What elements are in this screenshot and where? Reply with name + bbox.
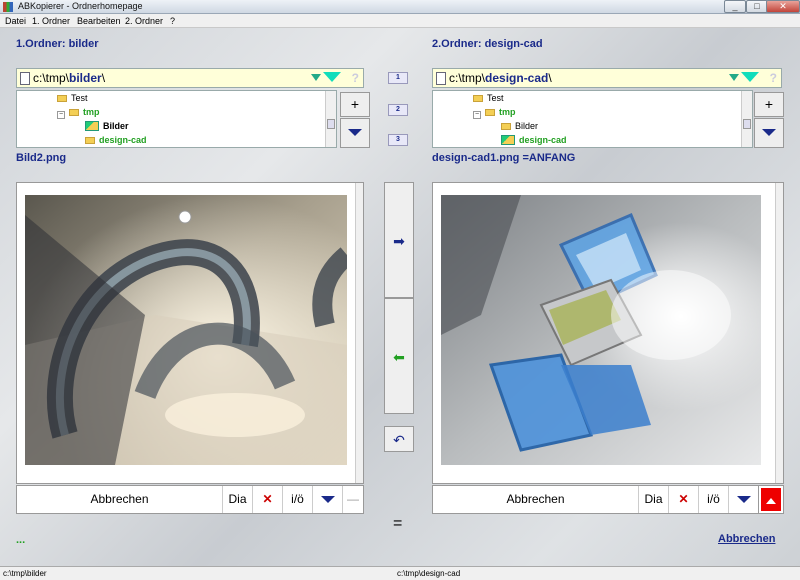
right-image-frame[interactable] xyxy=(432,182,784,484)
left-dia-button[interactable]: Dia xyxy=(222,486,252,513)
folder-icon xyxy=(69,109,79,116)
tree-item-design-cad[interactable]: design-cad xyxy=(85,135,147,147)
file-icon xyxy=(20,72,30,85)
right-preview-image xyxy=(441,195,761,465)
left-image-scrollbar[interactable] xyxy=(355,183,363,483)
right-image-scrollbar[interactable] xyxy=(775,183,783,483)
copy-option-1-icon[interactable]: 1 xyxy=(388,72,408,84)
up-arrow-icon xyxy=(766,498,776,504)
right-cancel-button[interactable]: Abbrechen xyxy=(433,486,638,513)
left-cancel-button[interactable]: Abbrechen xyxy=(17,486,222,513)
dropdown-small-icon[interactable] xyxy=(729,74,739,81)
down-arrow-icon xyxy=(320,496,335,503)
tree-item-design-cad[interactable]: design-cad xyxy=(501,135,567,147)
main-cancel-link[interactable]: Abbrechen xyxy=(718,533,775,545)
down-arrow-icon xyxy=(736,496,751,503)
open-folder-icon xyxy=(501,135,515,145)
status-left-path: c:\tmp\bilder xyxy=(3,569,47,578)
right-filename: design-cad1.png =ANFANG xyxy=(432,152,576,164)
menu-ordner-2[interactable]: 2. Ordner xyxy=(125,16,163,26)
left-filename: Bild2.png xyxy=(16,152,67,164)
folder-icon xyxy=(501,123,511,130)
copy-option-2-icon[interactable]: 2 xyxy=(388,104,408,116)
tree-item-tmp[interactable]: − tmp xyxy=(473,107,516,121)
tree-item-bilder[interactable]: Bilder xyxy=(501,121,538,135)
expand-icon[interactable]: − xyxy=(473,111,481,119)
left-down-nav-button[interactable] xyxy=(312,486,342,513)
left-preview-image xyxy=(25,195,347,465)
minimize-button[interactable]: _ xyxy=(724,0,746,13)
left-path-text: c:\tmp\bilder\ xyxy=(33,71,106,85)
title-bar: ABKopierer - Ordnerhomepage _ □ ✕ xyxy=(0,0,800,14)
tree-scrollbar[interactable] xyxy=(741,91,752,147)
left-io-button[interactable]: i/ö xyxy=(282,486,312,513)
dropdown-large-icon[interactable] xyxy=(741,72,759,82)
left-path-bar[interactable]: c:\tmp\bilder\ ? xyxy=(16,68,364,88)
copy-left-button[interactable]: ⬅ xyxy=(384,298,414,414)
menu-help[interactable]: ? xyxy=(170,16,175,26)
tree-item-bilder[interactable]: Bilder xyxy=(85,121,129,135)
window-title: ABKopierer - Ordnerhomepage xyxy=(18,1,143,11)
copy-right-button[interactable]: ➡ xyxy=(384,182,414,298)
folder-icon xyxy=(57,95,67,102)
left-add-button[interactable]: + xyxy=(340,92,370,117)
status-right-path: c:\tmp\design-cad xyxy=(397,569,461,578)
dropdown-small-icon[interactable] xyxy=(311,74,321,81)
status-dots: ... xyxy=(16,534,26,546)
right-help-icon[interactable]: ? xyxy=(770,71,777,85)
right-down-nav-button[interactable] xyxy=(728,486,758,513)
scroll-thumb[interactable] xyxy=(743,119,751,129)
menu-datei[interactable]: Datei xyxy=(5,16,26,26)
open-folder-icon xyxy=(85,121,99,131)
right-add-button[interactable]: + xyxy=(754,92,784,117)
folder-icon xyxy=(473,95,483,102)
left-toolbar: Abbrechen Dia ✕ i/ö — xyxy=(16,485,364,514)
down-arrow-icon xyxy=(762,129,776,136)
right-up-button[interactable] xyxy=(758,485,784,514)
left-folder-tree[interactable]: Test − tmp Bilder design-cad xyxy=(16,90,337,148)
left-down-button[interactable] xyxy=(340,118,370,148)
right-delete-button[interactable]: ✕ xyxy=(668,486,698,513)
left-folder-heading: 1.Ordner: bilder xyxy=(16,38,99,50)
left-delete-button[interactable]: ✕ xyxy=(252,486,282,513)
right-folder-heading: 2.Ordner: design-cad xyxy=(432,38,543,50)
scroll-thumb[interactable] xyxy=(327,119,335,129)
status-bar: c:\tmp\bilder c:\tmp\design-cad xyxy=(0,566,800,580)
tree-scrollbar[interactable] xyxy=(325,91,336,147)
maximize-button[interactable]: □ xyxy=(746,0,768,13)
tree-item-test[interactable]: Test xyxy=(473,93,504,107)
right-down-button[interactable] xyxy=(754,118,784,148)
menu-ordner-1[interactable]: 1. Ordner xyxy=(32,16,70,26)
folder-icon xyxy=(485,109,495,116)
menu-bar: Datei 1. Ordner Bearbeiten 2. Ordner ? xyxy=(0,14,800,28)
right-io-button[interactable]: i/ö xyxy=(698,486,728,513)
tree-item-tmp[interactable]: − tmp xyxy=(57,107,100,121)
down-arrow-icon xyxy=(348,129,362,136)
right-path-bar[interactable]: c:\tmp\design-cad\ ? xyxy=(432,68,782,88)
file-icon xyxy=(436,72,446,85)
dropdown-large-icon[interactable] xyxy=(323,72,341,82)
left-help-icon[interactable]: ? xyxy=(352,71,359,85)
right-path-text: c:\tmp\design-cad\ xyxy=(449,71,552,85)
left-minus-button[interactable]: — xyxy=(342,486,363,513)
left-image-frame[interactable] xyxy=(16,182,364,484)
equals-sign: = xyxy=(393,515,403,532)
close-button[interactable]: ✕ xyxy=(766,0,800,13)
folder-icon xyxy=(85,137,95,144)
right-folder-tree[interactable]: Test − tmp Bilder design-cad xyxy=(432,90,753,148)
copy-option-3-icon[interactable]: 3 xyxy=(388,134,408,146)
right-toolbar: Abbrechen Dia ✕ i/ö xyxy=(432,485,784,514)
tree-item-test[interactable]: Test xyxy=(57,93,88,107)
app-icon xyxy=(3,2,13,12)
main-area: 1.Ordner: bilder c:\tmp\bilder\ ? Test −… xyxy=(0,28,800,566)
right-dia-button[interactable]: Dia xyxy=(638,486,668,513)
menu-bearbeiten[interactable]: Bearbeiten xyxy=(77,16,121,26)
undo-button[interactable]: ↶ xyxy=(384,426,414,452)
expand-icon[interactable]: − xyxy=(57,111,65,119)
